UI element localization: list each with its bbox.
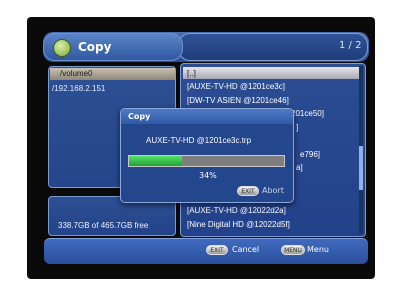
file-list-item[interactable]: ] — [296, 123, 298, 132]
file-list-selection — [183, 67, 359, 79]
file-list-item[interactable]: e796] — [300, 150, 320, 159]
source-item-volume0[interactable]: /volume0 — [50, 68, 175, 80]
abort-label[interactable]: Abort — [262, 186, 284, 195]
free-space-text: 338.7GB of 465.7GB free — [58, 221, 149, 230]
source-item-network[interactable]: /192.168.2.151 — [52, 84, 105, 93]
file-list-item[interactable]: [Nine Digital HD @12022d5f] — [187, 220, 290, 229]
progress-percent: 34% — [199, 171, 217, 180]
menu-key-icon[interactable]: MENU — [281, 245, 305, 255]
page-indicator: 1 / 2 — [339, 40, 362, 51]
exit-key-icon[interactable]: EXIT — [206, 245, 228, 255]
file-list-item[interactable]: [AUXE-TV-HD @1201ce3c] — [187, 82, 285, 91]
cancel-label[interactable]: Cancel — [232, 245, 259, 254]
copy-filename: AUXE-TV-HD @1201ce3c.trp — [146, 136, 252, 145]
file-list-item[interactable]: [..] — [187, 69, 196, 78]
file-list-item[interactable]: [DW-TV ASIEN @1201ce46] — [187, 96, 289, 105]
dialog-title: Copy — [128, 112, 151, 121]
dialog-exit-key-icon[interactable]: EXIT — [237, 186, 259, 196]
file-list-item[interactable]: a] — [296, 163, 303, 172]
progress-fill — [129, 156, 182, 166]
scrollbar-thumb[interactable] — [359, 146, 363, 190]
file-list-item[interactable]: [AUXE-TV-HD @12022d2a] — [187, 206, 286, 215]
page-title: Copy — [78, 40, 112, 54]
menu-label[interactable]: Menu — [307, 245, 329, 254]
copy-icon — [53, 39, 71, 57]
